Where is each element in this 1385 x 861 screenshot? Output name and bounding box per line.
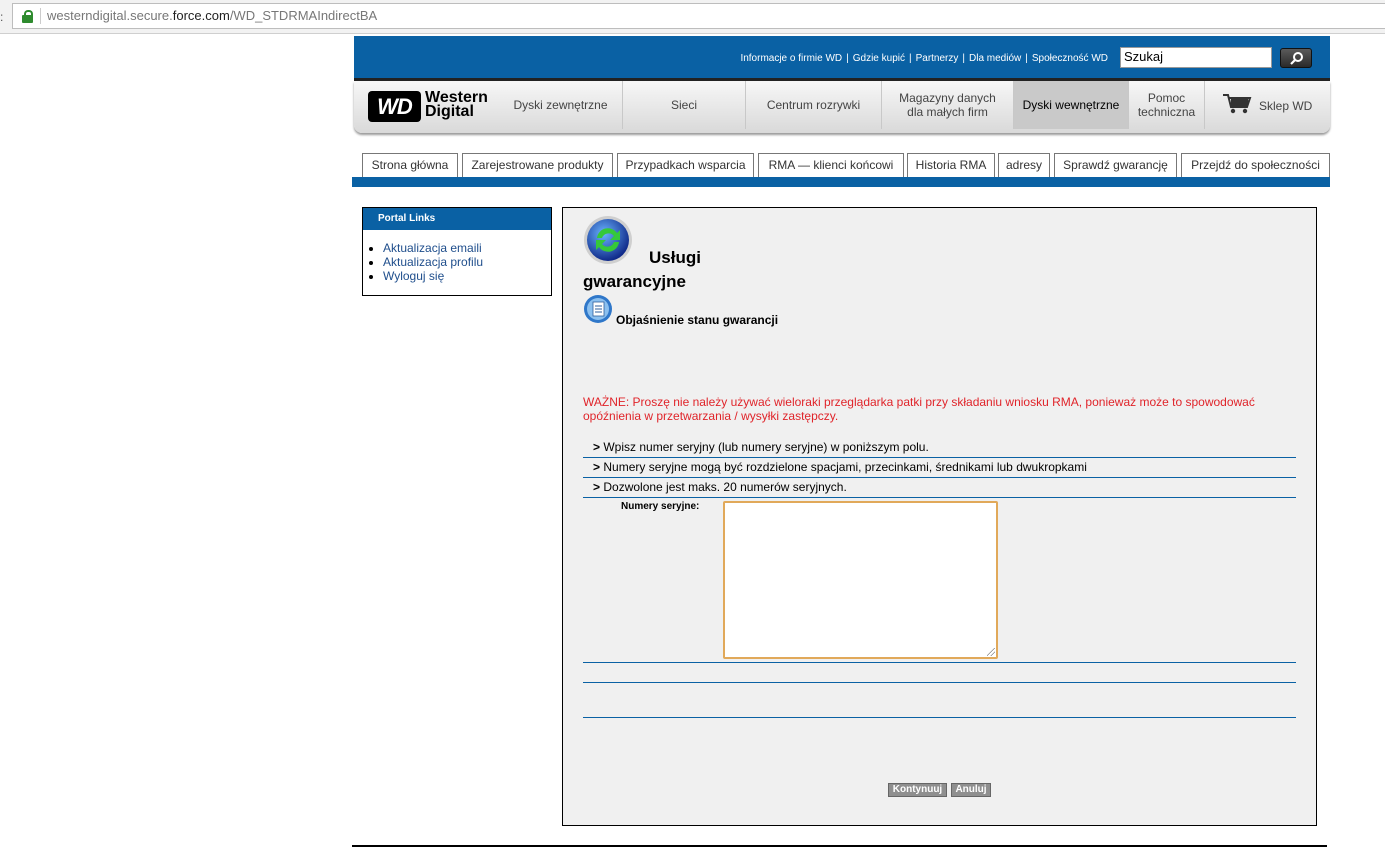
nav-small-business-storage[interactable]: Magazyny danych dla małych firm xyxy=(882,81,1014,129)
warranty-services-panel: Usługi gwarancyjne Objaśnienie stanu gwa… xyxy=(562,207,1317,826)
portal-links-heading: Portal Links xyxy=(363,208,551,230)
link-update-email[interactable]: Aktualizacja emaili xyxy=(383,241,551,255)
serial-numbers-label: Numery seryjne: xyxy=(621,501,700,512)
tab-community[interactable]: Przejdź do społeczności xyxy=(1181,153,1330,177)
top-bar: Informacje o firmie WD | Gdzie kupić | Partn… xyxy=(354,36,1330,81)
nav-entertainment[interactable]: Centrum rozrywki xyxy=(746,81,882,129)
warranty-status-explanation-link[interactable]: Objaśnienie stanu gwarancji xyxy=(616,313,778,327)
divider xyxy=(583,717,1296,718)
link-logout[interactable]: Wyloguj się xyxy=(383,269,551,283)
wd-logo[interactable]: WD Western Digital xyxy=(368,90,488,123)
url-field[interactable]: westerndigital.secure.force.com/WD_STDRM… xyxy=(12,3,1385,29)
important-warning: WAŻNE: Proszę nie należy używać wielorak… xyxy=(583,395,1255,423)
serial-numbers-textarea[interactable] xyxy=(723,501,998,659)
portal-links-box: Portal Links Aktualizacja emaili Aktuali… xyxy=(362,207,552,296)
search-input[interactable]: Szukaj xyxy=(1120,47,1272,68)
instruction-row: > Numery seryjne mogą być rozdzielone sp… xyxy=(583,458,1296,478)
tab-underline-bar xyxy=(352,177,1330,187)
main-nav: WD Western Digital Dyski zewnętrzne Sieci… xyxy=(354,81,1330,133)
tab-home[interactable]: Strona główna xyxy=(362,153,458,177)
footer-divider xyxy=(352,845,1327,847)
browser-address-bar: : westerndigital.secure.force.com/WD_STD… xyxy=(0,0,1385,34)
document-icon xyxy=(584,295,612,323)
search-button[interactable] xyxy=(1280,48,1312,68)
nav-support[interactable]: Pomoc techniczna xyxy=(1129,81,1205,129)
shop-link[interactable]: Sklep WD xyxy=(1259,99,1312,113)
link-update-profile[interactable]: Aktualizacja profilu xyxy=(383,255,551,269)
instruction-row: > Dozwolone jest maks. 20 numerów seryjn… xyxy=(583,478,1296,498)
nav-external-drives[interactable]: Dyski zewnętrzne xyxy=(499,81,623,129)
divider xyxy=(583,662,1296,663)
divider xyxy=(583,682,1296,683)
tab-addresses[interactable]: adresy xyxy=(998,153,1050,177)
tab-support-cases[interactable]: Przypadkach wsparcia xyxy=(617,153,754,177)
resize-handle[interactable] xyxy=(987,648,995,656)
browser-edge: : xyxy=(0,10,4,24)
tab-rma-history[interactable]: Historia RMA xyxy=(907,153,995,177)
top-link-about[interactable]: Informacje o firmie WD xyxy=(740,53,842,64)
nav-internal-drives[interactable]: Dyski wewnętrzne xyxy=(1014,81,1129,129)
top-link-partners[interactable]: Partnerzy xyxy=(916,53,959,64)
shopping-cart-icon[interactable] xyxy=(1222,93,1252,115)
refresh-icon xyxy=(584,216,632,264)
url-text[interactable]: westerndigital.secure.force.com/WD_STDRM… xyxy=(47,8,377,23)
top-link-where-to-buy[interactable]: Gdzie kupić xyxy=(853,53,905,64)
nav-networks[interactable]: Sieci xyxy=(623,81,746,129)
search-icon xyxy=(1290,52,1303,65)
page-title-line1: Usługi xyxy=(649,248,701,267)
instruction-row: > Wpisz numer seryjny (lub numery seryjn… xyxy=(583,438,1296,458)
continue-button[interactable]: Kontynuuj xyxy=(888,783,947,797)
top-link-media[interactable]: Dla mediów xyxy=(969,53,1021,64)
tab-rma-end-customers[interactable]: RMA — klienci końcowi xyxy=(758,153,904,177)
site-header: Informacje o firmie WD | Gdzie kupić | Partn… xyxy=(354,36,1330,133)
top-link-community[interactable]: Społeczność WD xyxy=(1032,53,1108,64)
tab-registered-products[interactable]: Zarejestrowane produkty xyxy=(462,153,613,177)
page-title-line2: gwarancyjne xyxy=(583,272,686,291)
cancel-button[interactable]: Anuluj xyxy=(951,783,991,797)
top-links: Informacje o firmie WD | Gdzie kupić | Partn… xyxy=(740,53,1108,64)
tab-check-warranty[interactable]: Sprawdź gwarancję xyxy=(1054,153,1177,177)
lock-icon xyxy=(22,10,33,23)
